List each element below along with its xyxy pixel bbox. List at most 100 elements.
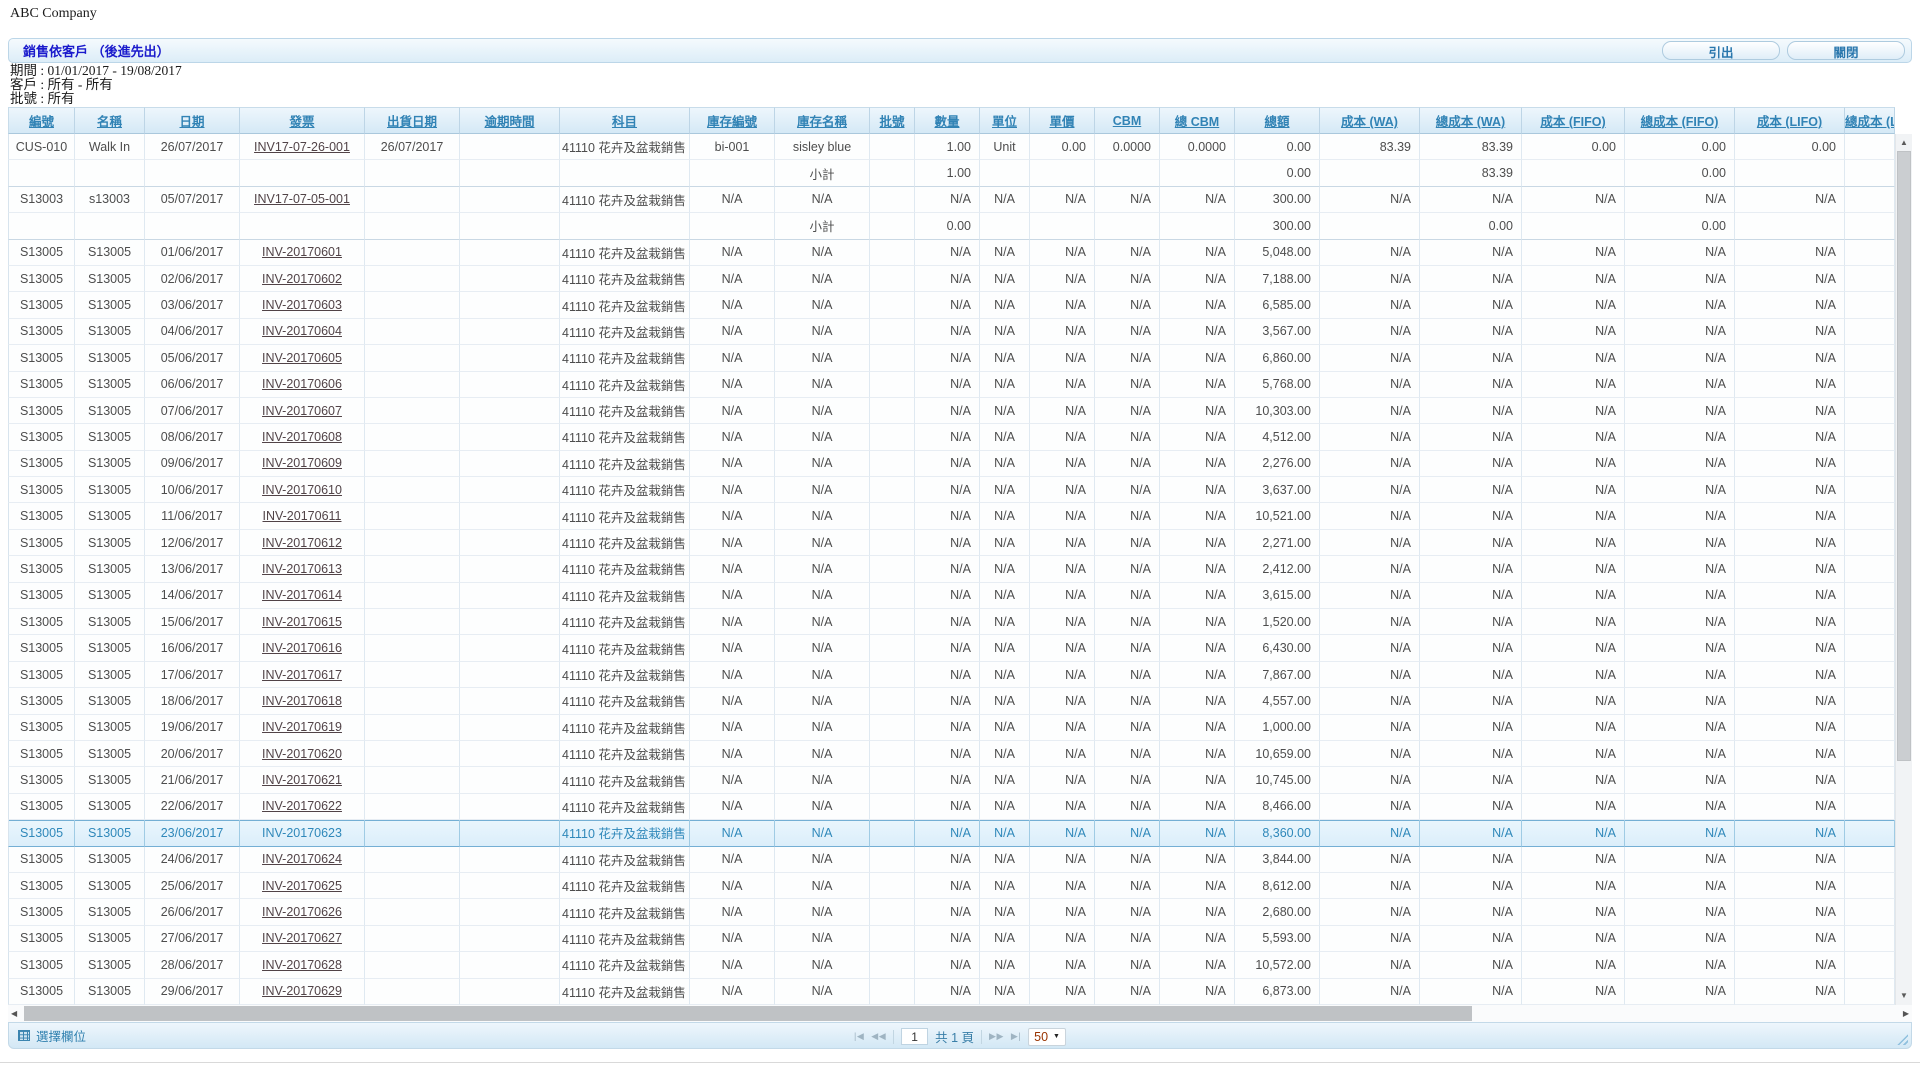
invoice-link[interactable]: INV-20170607 — [262, 404, 342, 418]
cell-unit: Unit — [980, 134, 1030, 160]
cell-ship-date — [365, 240, 460, 266]
cell-total-cost-fifo: N/A — [1625, 662, 1735, 688]
invoice-link[interactable]: INV17-07-26-001 — [254, 140, 350, 154]
page-number-input[interactable] — [901, 1028, 928, 1045]
invoice-link[interactable]: INV-20170627 — [262, 931, 342, 945]
column-header-cost-fifo[interactable]: 成本 (FIFO) — [1522, 107, 1625, 134]
column-header-cost-lifo[interactable]: 成本 (LIFO) — [1735, 107, 1845, 134]
column-header-stock-name[interactable]: 庫存名稱 — [775, 107, 870, 134]
column-header-overdue-time[interactable]: 逾期時間 — [460, 107, 560, 134]
invoice-link[interactable]: INV-20170620 — [262, 747, 342, 761]
invoice-link[interactable]: INV-20170611 — [263, 509, 342, 523]
invoice-link[interactable]: INV-20170606 — [262, 377, 342, 391]
invoice-link[interactable]: INV-20170619 — [262, 720, 342, 734]
invoice-link[interactable]: INV-20170612 — [262, 536, 342, 550]
invoice-link[interactable]: INV-20170617 — [262, 668, 342, 682]
cell-cbm: N/A — [1095, 292, 1160, 318]
column-header-code[interactable]: 編號 — [8, 107, 75, 134]
invoice-link[interactable]: INV17-07-05-001 — [254, 192, 350, 206]
invoice-link[interactable]: INV-20170624 — [262, 852, 342, 866]
report-title-bar: 銷售依客戶 （後進先出） 引出 關閉 — [8, 38, 1912, 63]
invoice-link[interactable]: INV-20170613 — [262, 562, 342, 576]
column-header-unit-price[interactable]: 單價 — [1030, 107, 1095, 134]
table-row: S13005S1300518/06/2017INV-2017061841110 … — [8, 688, 1895, 714]
vertical-scrollbar-thumb[interactable] — [1897, 151, 1911, 761]
column-header-date[interactable]: 日期 — [145, 107, 240, 134]
invoice-link[interactable]: INV-20170608 — [262, 430, 342, 444]
export-button[interactable]: 引出 — [1662, 41, 1780, 60]
last-page-button[interactable]: ▶| — [1011, 1031, 1021, 1042]
scroll-right-icon[interactable]: ▶ — [1903, 1005, 1909, 1022]
scroll-up-icon[interactable]: ▲ — [1896, 136, 1912, 150]
column-header-invoice[interactable]: 發票 — [240, 107, 365, 134]
column-header-total-cost-lifo[interactable]: 總成本 (LIFO) — [1845, 107, 1895, 134]
column-header-ship-date[interactable]: 出貨日期 — [365, 107, 460, 134]
invoice-link[interactable]: INV-20170626 — [262, 905, 342, 919]
cell-total-cost-lifo — [1845, 187, 1895, 213]
cell-invoice: INV17-07-26-001 — [240, 134, 365, 160]
cell-account: 41110 花卉及盆栽銷售 — [560, 477, 690, 503]
invoice-link[interactable]: INV-20170610 — [262, 483, 342, 497]
cell-code: S13005 — [8, 979, 75, 1005]
invoice-link[interactable]: INV-20170625 — [262, 879, 342, 893]
first-page-button[interactable]: |◀ — [854, 1031, 864, 1042]
cell-overdue-time — [460, 398, 560, 424]
cell-cbm: N/A — [1095, 635, 1160, 661]
invoice-link[interactable]: INV-20170622 — [262, 799, 342, 813]
invoice-link[interactable]: INV-20170615 — [262, 615, 342, 629]
column-header-name[interactable]: 名稱 — [75, 107, 145, 134]
column-header-total-cost-fifo[interactable]: 總成本 (FIFO) — [1625, 107, 1735, 134]
column-header-total-cost-wa[interactable]: 總成本 (WA) — [1420, 107, 1522, 134]
column-header-qty[interactable]: 數量 — [915, 107, 980, 134]
cell-cbm: N/A — [1095, 451, 1160, 477]
invoice-link[interactable]: INV-20170629 — [262, 984, 342, 998]
cell-amount: 5,768.00 — [1235, 372, 1320, 398]
invoice-link[interactable]: INV-20170603 — [262, 298, 342, 312]
cell-stock-code: N/A — [690, 715, 775, 741]
scroll-down-icon[interactable]: ▼ — [1896, 989, 1912, 1003]
invoice-link[interactable]: INV-20170618 — [262, 694, 342, 708]
invoice-link[interactable]: INV-20170616 — [262, 641, 342, 655]
invoice-link[interactable]: INV-20170605 — [262, 351, 342, 365]
cell-stock-code: N/A — [690, 187, 775, 213]
invoice-link[interactable]: INV-20170601 — [262, 245, 342, 259]
cell-cost-wa: N/A — [1320, 319, 1420, 345]
invoice-link[interactable]: INV-20170602 — [262, 272, 342, 286]
next-page-button[interactable]: ▶▶ — [989, 1031, 1004, 1042]
invoice-link[interactable]: INV-20170614 — [262, 588, 342, 602]
page-size-select[interactable]: 50 ▼ — [1028, 1028, 1066, 1046]
cell-amount: 2,412.00 — [1235, 556, 1320, 582]
column-header-stock-code[interactable]: 庫存編號 — [690, 107, 775, 134]
cell-total-cbm: N/A — [1160, 979, 1235, 1005]
column-header-unit[interactable]: 單位 — [980, 107, 1030, 134]
cell-stock-code: N/A — [690, 398, 775, 424]
select-columns-button[interactable]: 選擇欄位 — [18, 1026, 86, 1045]
horizontal-scrollbar-thumb[interactable] — [24, 1006, 1472, 1021]
column-header-batch[interactable]: 批號 — [870, 107, 915, 134]
invoice-link[interactable]: INV-20170623 — [262, 826, 342, 840]
scroll-left-icon[interactable]: ◀ — [11, 1005, 17, 1022]
cell-amount: 8,612.00 — [1235, 873, 1320, 899]
cell-amount: 6,430.00 — [1235, 635, 1320, 661]
invoice-link[interactable]: INV-20170628 — [262, 958, 342, 972]
invoice-link[interactable]: INV-20170604 — [262, 324, 342, 338]
cell-total-cost-wa: N/A — [1420, 794, 1522, 820]
invoice-link[interactable]: INV-20170621 — [262, 773, 342, 787]
cell-name: S13005 — [75, 820, 145, 846]
column-header-account[interactable]: 科目 — [560, 107, 690, 134]
column-header-cost-wa[interactable]: 成本 (WA) — [1320, 107, 1420, 134]
cell-stock-name: N/A — [775, 319, 870, 345]
column-header-total-cbm[interactable]: 總 CBM — [1160, 107, 1235, 134]
cell-overdue-time — [460, 213, 560, 239]
cell-code: S13005 — [8, 847, 75, 873]
resize-grip-icon[interactable] — [1897, 1034, 1908, 1045]
close-button[interactable]: 關閉 — [1787, 41, 1905, 60]
prev-page-button[interactable]: ◀◀ — [871, 1031, 886, 1042]
cell-invoice — [240, 213, 365, 239]
column-header-cbm[interactable]: CBM — [1095, 107, 1160, 134]
vertical-scrollbar[interactable]: ▲ ▼ — [1895, 134, 1912, 1005]
table-row: S13005S1300511/06/2017INV-2017061141110 … — [8, 503, 1895, 529]
column-header-amount[interactable]: 總額 — [1235, 107, 1320, 134]
invoice-link[interactable]: INV-20170609 — [262, 456, 342, 470]
horizontal-scrollbar[interactable]: ◀ ▶ — [8, 1005, 1912, 1022]
